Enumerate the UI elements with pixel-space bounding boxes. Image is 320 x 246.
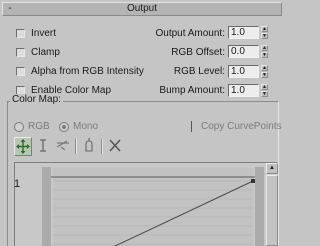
scroll-up-icon[interactable]: ▲ (266, 163, 278, 174)
curve-graph[interactable] (14, 162, 278, 246)
graph-y-label: 1 (14, 178, 21, 190)
insert-point-icon[interactable] (54, 137, 72, 156)
clamp-label: Clamp (31, 47, 60, 58)
rgb-radio-label: RGB (28, 121, 50, 132)
spinner-up-icon[interactable]: ▲ (261, 65, 268, 71)
output-amount-label: Output Amount: (155, 28, 226, 39)
alpha-from-rgb-label: Alpha from RGB Intensity (31, 66, 144, 77)
rgb-offset-row: RGB Offset: (132, 46, 225, 60)
bump-amount-row: Bump Amount: (132, 84, 225, 98)
alpha-from-rgb-checkbox[interactable] (16, 67, 25, 76)
rgb-level-row: RGB Level: (132, 65, 225, 79)
clamp-checkbox-row[interactable]: Clamp (16, 46, 136, 60)
output-amount-spinner[interactable]: ▲ ▼ (261, 26, 268, 39)
collapse-icon[interactable]: - (6, 4, 14, 14)
color-map-title: Color Map: (10, 94, 63, 106)
rollout-header[interactable]: - Output (2, 2, 282, 16)
mono-radio-label: Mono (73, 121, 99, 132)
scale-point-icon[interactable] (34, 137, 52, 156)
curve-end-point[interactable] (251, 179, 255, 183)
spinner-up-icon[interactable]: ▲ (261, 84, 268, 90)
alpha-from-rgb-checkbox-row[interactable]: Alpha from RGB Intensity (16, 65, 144, 79)
spinner-down-icon[interactable]: ▼ (261, 72, 268, 78)
spinner-down-icon[interactable]: ▼ (261, 91, 268, 97)
copy-curve-points-label: Copy CurvePoints (201, 121, 282, 132)
output-amount-field[interactable]: 1.0 (228, 26, 259, 39)
reset-icon[interactable] (80, 137, 98, 156)
bump-amount-field[interactable]: 1.0 (228, 84, 259, 97)
clamp-checkbox[interactable] (16, 48, 25, 57)
mono-radio[interactable] (59, 122, 69, 132)
rollout-title: Output (126, 3, 158, 14)
invert-label: Invert (31, 28, 57, 39)
spinner-up-icon[interactable]: ▲ (261, 45, 268, 51)
rgb-offset-spinner[interactable]: ▲ ▼ (261, 45, 268, 58)
toolbar-separator (101, 139, 103, 154)
invert-checkbox-row[interactable]: Invert (16, 27, 136, 41)
move-point-icon[interactable] (14, 137, 32, 156)
invert-checkbox[interactable] (16, 29, 25, 38)
rgb-level-field[interactable]: 1.0 (228, 65, 259, 78)
delete-point-icon[interactable] (106, 137, 124, 156)
copy-curve-points-checkbox[interactable] (191, 121, 192, 132)
curve-graph-canvas[interactable] (15, 163, 267, 246)
scroll-thumb[interactable] (266, 175, 278, 246)
spinner-up-icon[interactable]: ▲ (261, 26, 268, 32)
output-amount-row: Output Amount: (132, 27, 226, 41)
rgb-level-label: RGB Level: (173, 66, 225, 77)
spinner-down-icon[interactable]: ▼ (261, 52, 268, 58)
bump-amount-spinner[interactable]: ▲ ▼ (261, 84, 268, 97)
rgb-radio[interactable] (14, 122, 24, 132)
spinner-down-icon[interactable]: ▼ (261, 33, 268, 39)
rgb-offset-label: RGB Offset: (171, 47, 225, 58)
rgb-offset-field[interactable]: 0.0 (228, 45, 259, 58)
bump-amount-label: Bump Amount: (159, 85, 225, 96)
output-rollout-panel: - Output Invert Clamp Alpha from RGB Int… (2, 0, 282, 246)
toolbar-separator (75, 139, 77, 154)
rgb-level-spinner[interactable]: ▲ ▼ (261, 65, 268, 78)
graph-scrollbar[interactable]: ▲ (266, 163, 278, 246)
